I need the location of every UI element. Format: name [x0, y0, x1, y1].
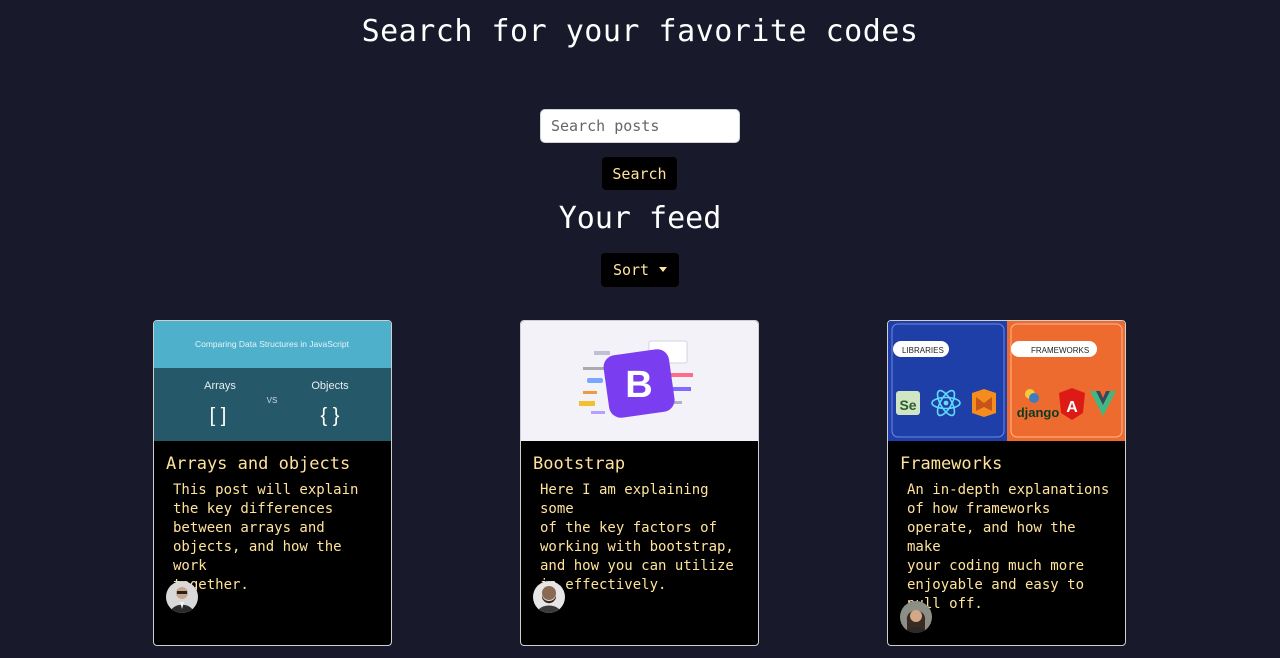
sort-label: Sort — [612, 261, 650, 279]
search-button[interactable]: Search — [602, 157, 677, 190]
sort-dropdown-button[interactable]: Sort — [601, 253, 679, 287]
image-heading: Comparing Data Structures in JavaScript — [195, 339, 350, 349]
libraries-tag: LIBRARIES — [902, 346, 944, 355]
caret-down-icon — [659, 266, 668, 272]
avatar-photo-icon — [166, 581, 198, 613]
search-input[interactable] — [540, 109, 740, 143]
card-text: Here I am explaining some of the key fac… — [540, 482, 734, 593]
arrays-label: Arrays — [204, 380, 236, 392]
post-card-bootstrap[interactable]: B Bootstrap Here I am explaining some of… — [520, 320, 759, 646]
page-title: Search for your favorite codes — [361, 14, 919, 49]
django-logo: django — [1017, 405, 1060, 420]
card-text: An in-depth explanations of how framewor… — [907, 482, 1110, 612]
brackets-symbol: [ ] — [210, 405, 227, 427]
card-title[interactable]: Arrays and objects — [166, 454, 391, 474]
braces-symbol: { } — [321, 405, 340, 427]
author-avatar[interactable] — [900, 601, 932, 633]
angular-letter: A — [1066, 399, 1078, 416]
card-image-frameworks: LIBRARIES FRAMEWORKS Se django A — [888, 321, 1125, 441]
feed-title: Your feed — [558, 201, 722, 236]
bootstrap-logo-letter: B — [625, 364, 652, 406]
avatar-photo-icon — [533, 581, 565, 613]
card-title[interactable]: Bootstrap — [533, 454, 758, 474]
vs-label: VS — [267, 396, 278, 405]
objects-label: Objects — [311, 380, 349, 392]
post-card-frameworks[interactable]: LIBRARIES FRAMEWORKS Se django A Framewo… — [887, 320, 1126, 646]
avatar-photo-icon — [900, 601, 932, 633]
card-text: This post will explain the key differenc… — [173, 482, 359, 593]
selenium-icon: Se — [899, 397, 916, 413]
card-title[interactable]: Frameworks — [900, 454, 1125, 474]
author-avatar[interactable] — [166, 581, 198, 613]
frameworks-tag: FRAMEWORKS — [1031, 346, 1089, 355]
post-card-arrays[interactable]: Comparing Data Structures in JavaScript … — [153, 320, 392, 646]
card-image-arrays: Comparing Data Structures in JavaScript … — [154, 321, 391, 441]
author-avatar[interactable] — [533, 581, 565, 613]
card-image-bootstrap: B — [521, 321, 758, 441]
